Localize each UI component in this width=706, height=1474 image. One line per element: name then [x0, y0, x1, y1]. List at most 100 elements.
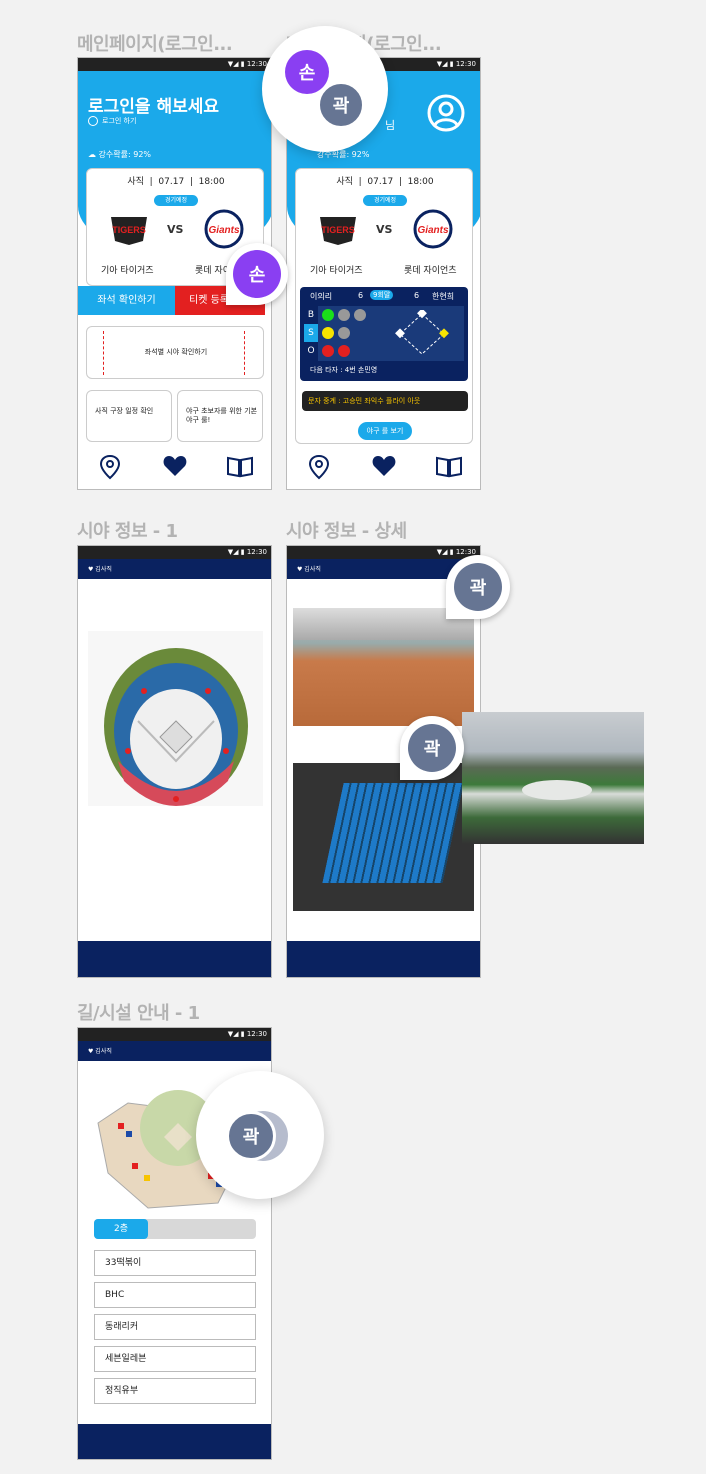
avatar-kwak[interactable]: 곽	[408, 724, 456, 772]
frame-title-main-login: 메인페이지(로그인...	[77, 34, 233, 55]
book-icon[interactable]	[226, 454, 254, 478]
facility-item[interactable]: 33떡볶이	[94, 1250, 256, 1276]
count-panel: B S O	[304, 306, 464, 361]
versus-label: VS	[167, 223, 184, 236]
avatar-bubble-son: 손	[226, 243, 288, 305]
frame-title-seat-info: 시야 정보 - 1	[77, 521, 178, 542]
bottom-bar	[287, 941, 480, 977]
out-dot-2	[338, 345, 350, 357]
facility-item[interactable]: 동래리커	[94, 1314, 256, 1340]
seat-block-photo[interactable]	[293, 763, 474, 911]
bottom-bar	[78, 1424, 271, 1459]
ball-dot-1	[322, 309, 334, 321]
rain-probability: ☁ 강수확률: 92%	[88, 149, 151, 160]
frame-title-facility: 길/시설 안내 - 1	[77, 1003, 200, 1024]
heart-icon[interactable]	[162, 454, 188, 478]
facility-item[interactable]: 세븐일레븐	[94, 1346, 256, 1372]
pitcher-name: 이의리	[310, 292, 333, 301]
stadium-seat-map[interactable]	[88, 631, 263, 806]
game-time: 18:00	[198, 177, 225, 187]
score-left: 6	[358, 291, 364, 300]
schedule-tile-label: 사직 구장 일정 확인	[95, 407, 154, 415]
game-date: 07.17	[367, 177, 394, 187]
cloud-icon: ☁	[88, 150, 96, 159]
text-relay: 문자 중계 : 고승민 좌익수 플라이 아웃	[302, 391, 468, 411]
strike-dot-1	[322, 327, 334, 339]
game-date: 07.17	[158, 177, 185, 187]
stadium-panorama-photo[interactable]	[462, 712, 644, 844]
heart-icon[interactable]	[371, 454, 397, 478]
rules-tile[interactable]: 야구 초보자를 위한 기본 야구 룰!	[177, 390, 263, 442]
seat-view-card[interactable]: 좌석별 시야 확인하기	[86, 326, 264, 379]
avatar-kwak[interactable]: 곽	[317, 81, 365, 129]
app-bar: ♥ 김사직	[78, 559, 271, 579]
scoreboard-header: 이의리 6 9회말 6 한현희	[300, 289, 468, 303]
status-bar: ▼◢ ▮ 12:30	[78, 1028, 271, 1041]
more-button[interactable]: 야구 를 보기	[358, 422, 412, 440]
avatar-bubble-kwak-2: 곽	[400, 716, 464, 780]
svg-text:Giants: Giants	[208, 225, 240, 236]
rain-text: 강수확률: 92%	[98, 150, 152, 159]
rules-tile-label: 야구 초보자를 위한 기본 야구 룰!	[186, 407, 258, 424]
facility-item[interactable]: 정직유부	[94, 1378, 256, 1404]
svg-text:TIGERS: TIGERS	[321, 225, 355, 235]
score-right: 6	[414, 291, 420, 300]
game-meta: 사직 | 07.17 | 18:00	[336, 177, 434, 187]
seat-check-button[interactable]: 좌석 확인하기	[78, 286, 175, 315]
status-bar: ▼◢ ▮ 12:30	[287, 546, 480, 559]
game-meta: 사직 | 07.17 | 18:00	[127, 177, 225, 187]
greeting-title: 로그인을 해보세요	[88, 97, 220, 117]
map-pin-icon[interactable]	[98, 454, 122, 480]
login-link[interactable]: 로그인 하기	[88, 116, 136, 126]
avatar-son[interactable]: 손	[285, 50, 329, 94]
status-bar: ▼◢ ▮ 12:30	[78, 546, 271, 559]
out-dot-1	[322, 345, 334, 357]
home-team-name: 기아 타이거즈	[101, 266, 154, 276]
field-cover	[522, 780, 592, 800]
app-logo: ♥ 김사직	[88, 1048, 112, 1055]
home-team-name: 기아 타이거즈	[310, 266, 363, 276]
tigers-logo: TIGERS	[316, 213, 360, 247]
ball-dot-3	[354, 309, 366, 321]
svg-text:Giants: Giants	[417, 225, 449, 236]
inning-badge: 9회말	[370, 290, 394, 300]
bottom-bar	[78, 941, 271, 977]
strike-label: S	[304, 324, 318, 342]
app-logo: ♥ 김사직	[297, 566, 321, 573]
phone-seat-info: ▼◢ ▮ 12:30 ♥ 김사직	[77, 545, 272, 978]
game-card: 사직 | 07.17 | 18:00 경기예정 TIGERS VS Giants…	[295, 168, 473, 444]
avatar-bubble-kwak: 곽	[446, 555, 510, 619]
giants-logo: Giants	[199, 209, 249, 249]
ball-label: B	[304, 306, 318, 324]
next-batter: 다음 타자 : 4번 손민영	[310, 366, 378, 374]
tigers-logo: TIGERS	[107, 213, 151, 247]
avatar-son[interactable]: 손	[233, 250, 281, 298]
game-time: 18:00	[407, 177, 434, 187]
game-status-badge: 경기예정	[363, 195, 407, 206]
away-team-name: 롯데 자이언츠	[404, 266, 457, 276]
strike-dot-2	[338, 327, 350, 339]
app-bar: ♥ 김사직	[78, 1041, 271, 1061]
schedule-tile[interactable]: 사직 구장 일정 확인	[86, 390, 172, 442]
avatar-kwak[interactable]: 곽	[454, 563, 502, 611]
floor-tab-2[interactable]: 2층	[94, 1219, 148, 1239]
avatar-kwak[interactable]: 곽	[226, 1111, 276, 1161]
status-bar: ▼◢ ▮ 12:30	[78, 58, 271, 71]
profile-icon[interactable]	[427, 94, 465, 132]
book-icon[interactable]	[435, 454, 463, 478]
floor-tab-bar: 2층	[94, 1219, 256, 1239]
seat-view-photo[interactable]	[293, 608, 474, 726]
app-logo: ♥ 김사직	[88, 566, 112, 573]
svg-text:TIGERS: TIGERS	[112, 225, 146, 235]
game-status-badge: 경기예정	[154, 195, 198, 206]
login-link-label: 로그인 하기	[102, 117, 137, 125]
out-label: O	[304, 342, 318, 361]
giants-logo: Giants	[408, 209, 458, 249]
facility-item[interactable]: BHC	[94, 1282, 256, 1308]
versus-label: VS	[376, 223, 393, 236]
frame-title-seat-detail: 시야 정보 - 상세	[286, 521, 407, 542]
game-venue: 사직	[127, 177, 144, 187]
map-pin-icon[interactable]	[307, 454, 331, 480]
blue-seats	[322, 783, 464, 883]
user-icon	[88, 116, 98, 126]
